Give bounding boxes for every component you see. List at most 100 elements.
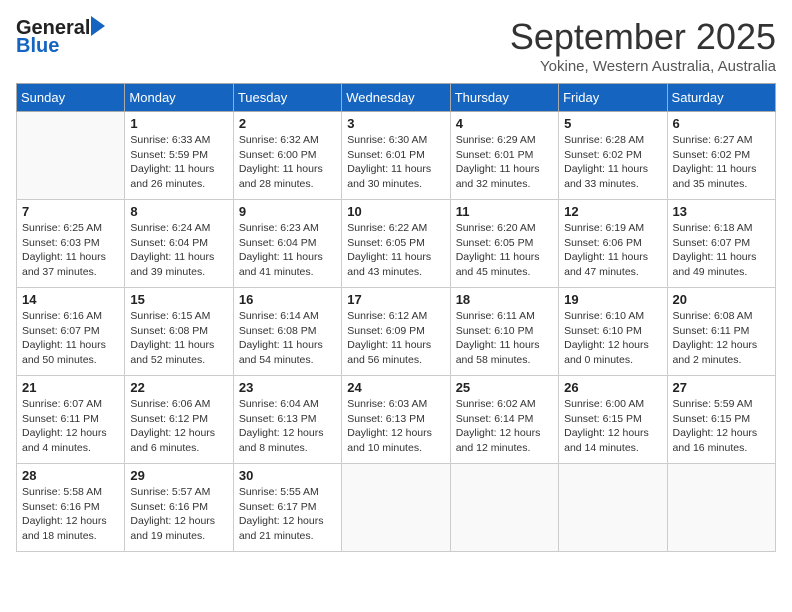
day-info: Sunrise: 5:55 AM Sunset: 6:17 PM Dayligh… — [239, 485, 336, 544]
calendar-cell: 18 Sunrise: 6:11 AM Sunset: 6:10 PM Dayli… — [450, 288, 558, 376]
calendar-week-2: 7 Sunrise: 6:25 AM Sunset: 6:03 PM Daylig… — [17, 200, 776, 288]
calendar-cell: 13Sunrise: 6:18 AM Sunset: 6:07 PM Dayli… — [667, 200, 775, 288]
day-info: Sunrise: 6:10 AM Sunset: 6:10 PM Dayligh… — [564, 309, 661, 368]
calendar-cell — [17, 112, 125, 200]
day-number: 14 — [22, 292, 119, 307]
day-number: 25 — [456, 380, 553, 395]
calendar-week-5: 28 Sunrise: 5:58 AM Sunset: 6:16 PM Dayli… — [17, 464, 776, 552]
day-number: 1 — [130, 116, 227, 131]
calendar-cell: 27 Sunrise: 5:59 AM Sunset: 6:15 PM Dayli… — [667, 376, 775, 464]
logo: General Blue — [16, 16, 109, 56]
calendar-cell: 10Sunrise: 6:22 AM Sunset: 6:05 PM Dayli… — [342, 200, 450, 288]
calendar-cell — [450, 464, 558, 552]
calendar-cell: 23Sunrise: 6:04 AM Sunset: 6:13 PM Dayli… — [233, 376, 341, 464]
day-number: 21 — [22, 380, 119, 395]
calendar-cell: 26Sunrise: 6:00 AM Sunset: 6:15 PM Dayli… — [559, 376, 667, 464]
day-number: 22 — [130, 380, 227, 395]
calendar-cell: 3 Sunrise: 6:30 AM Sunset: 6:01 PM Daylig… — [342, 112, 450, 200]
day-info: Sunrise: 6:33 AM Sunset: 5:59 PM Dayligh… — [130, 133, 227, 192]
day-info: Sunrise: 6:15 AM Sunset: 6:08 PM Dayligh… — [130, 309, 227, 368]
day-info: Sunrise: 6:12 AM Sunset: 6:09 PM Dayligh… — [347, 309, 444, 368]
calendar-cell: 8 Sunrise: 6:24 AM Sunset: 6:04 PM Daylig… — [125, 200, 233, 288]
day-number: 28 — [22, 468, 119, 483]
calendar-header-sunday: Sunday — [17, 84, 125, 112]
calendar-header-saturday: Saturday — [667, 84, 775, 112]
calendar-cell: 19 Sunrise: 6:10 AM Sunset: 6:10 PM Dayli… — [559, 288, 667, 376]
day-number: 2 — [239, 116, 336, 131]
day-info: Sunrise: 6:04 AM Sunset: 6:13 PM Dayligh… — [239, 397, 336, 456]
calendar-week-1: 1 Sunrise: 6:33 AM Sunset: 5:59 PM Daylig… — [17, 112, 776, 200]
day-number: 20 — [673, 292, 770, 307]
day-number: 9 — [239, 204, 336, 219]
day-info: Sunrise: 6:19 AM Sunset: 6:06 PM Dayligh… — [564, 221, 661, 280]
calendar-header-wednesday: Wednesday — [342, 84, 450, 112]
day-number: 30 — [239, 468, 336, 483]
day-info: Sunrise: 6:24 AM Sunset: 6:04 PM Dayligh… — [130, 221, 227, 280]
day-number: 19 — [564, 292, 661, 307]
calendar-header-monday: Monday — [125, 84, 233, 112]
calendar-header-friday: Friday — [559, 84, 667, 112]
calendar-cell: 11Sunrise: 6:20 AM Sunset: 6:05 PM Dayli… — [450, 200, 558, 288]
calendar-cell: 6 Sunrise: 6:27 AM Sunset: 6:02 PM Daylig… — [667, 112, 775, 200]
calendar-cell: 7 Sunrise: 6:25 AM Sunset: 6:03 PM Daylig… — [17, 200, 125, 288]
calendar-cell: 12 Sunrise: 6:19 AM Sunset: 6:06 PM Dayli… — [559, 200, 667, 288]
calendar-cell: 29 Sunrise: 5:57 AM Sunset: 6:16 PM Dayli… — [125, 464, 233, 552]
day-number: 26 — [564, 380, 661, 395]
day-number: 5 — [564, 116, 661, 131]
day-info: Sunrise: 6:20 AM Sunset: 6:05 PM Dayligh… — [456, 221, 553, 280]
day-number: 16 — [239, 292, 336, 307]
logo-blue-text: Blue — [16, 36, 109, 56]
day-number: 10 — [347, 204, 444, 219]
day-info: Sunrise: 6:14 AM Sunset: 6:08 PM Dayligh… — [239, 309, 336, 368]
day-info: Sunrise: 5:58 AM Sunset: 6:16 PM Dayligh… — [22, 485, 119, 544]
calendar-cell: 2 Sunrise: 6:32 AM Sunset: 6:00 PM Daylig… — [233, 112, 341, 200]
day-info: Sunrise: 6:06 AM Sunset: 6:12 PM Dayligh… — [130, 397, 227, 456]
day-info: Sunrise: 6:07 AM Sunset: 6:11 PM Dayligh… — [22, 397, 119, 456]
calendar-week-4: 21 Sunrise: 6:07 AM Sunset: 6:11 PM Dayli… — [17, 376, 776, 464]
day-number: 7 — [22, 204, 119, 219]
day-number: 29 — [130, 468, 227, 483]
calendar-cell: 9 Sunrise: 6:23 AM Sunset: 6:04 PM Daylig… — [233, 200, 341, 288]
day-info: Sunrise: 6:08 AM Sunset: 6:11 PM Dayligh… — [673, 309, 770, 368]
month-title: September 2025 — [510, 16, 776, 58]
day-number: 4 — [456, 116, 553, 131]
day-info: Sunrise: 6:11 AM Sunset: 6:10 PM Dayligh… — [456, 309, 553, 368]
calendar-cell: 30 Sunrise: 5:55 AM Sunset: 6:17 PM Dayli… — [233, 464, 341, 552]
calendar-header-thursday: Thursday — [450, 84, 558, 112]
day-info: Sunrise: 6:16 AM Sunset: 6:07 PM Dayligh… — [22, 309, 119, 368]
day-info: Sunrise: 6:29 AM Sunset: 6:01 PM Dayligh… — [456, 133, 553, 192]
day-number: 27 — [673, 380, 770, 395]
day-number: 8 — [130, 204, 227, 219]
day-info: Sunrise: 6:28 AM Sunset: 6:02 PM Dayligh… — [564, 133, 661, 192]
day-info: Sunrise: 6:02 AM Sunset: 6:14 PM Dayligh… — [456, 397, 553, 456]
day-number: 24 — [347, 380, 444, 395]
calendar-cell: 24Sunrise: 6:03 AM Sunset: 6:13 PM Dayli… — [342, 376, 450, 464]
day-info: Sunrise: 6:25 AM Sunset: 6:03 PM Dayligh… — [22, 221, 119, 280]
calendar-cell: 15Sunrise: 6:15 AM Sunset: 6:08 PM Dayli… — [125, 288, 233, 376]
calendar-cell: 25 Sunrise: 6:02 AM Sunset: 6:14 PM Dayli… — [450, 376, 558, 464]
day-number: 3 — [347, 116, 444, 131]
day-info: Sunrise: 6:27 AM Sunset: 6:02 PM Dayligh… — [673, 133, 770, 192]
day-info: Sunrise: 6:32 AM Sunset: 6:00 PM Dayligh… — [239, 133, 336, 192]
calendar-cell: 22 Sunrise: 6:06 AM Sunset: 6:12 PM Dayli… — [125, 376, 233, 464]
calendar-cell — [667, 464, 775, 552]
calendar-week-3: 14 Sunrise: 6:16 AM Sunset: 6:07 PM Dayli… — [17, 288, 776, 376]
header: General Blue September 2025 Yokine, West… — [16, 16, 776, 75]
day-number: 6 — [673, 116, 770, 131]
calendar-cell: 21 Sunrise: 6:07 AM Sunset: 6:11 PM Dayli… — [17, 376, 125, 464]
calendar-cell: 5 Sunrise: 6:28 AM Sunset: 6:02 PM Daylig… — [559, 112, 667, 200]
day-number: 12 — [564, 204, 661, 219]
calendar-cell: 16 Sunrise: 6:14 AM Sunset: 6:08 PM Dayli… — [233, 288, 341, 376]
subtitle: Yokine, Western Australia, Australia — [510, 58, 776, 75]
calendar-header-row: SundayMondayTuesdayWednesdayThursdayFrid… — [17, 84, 776, 112]
calendar-cell: 17Sunrise: 6:12 AM Sunset: 6:09 PM Dayli… — [342, 288, 450, 376]
day-number: 18 — [456, 292, 553, 307]
day-info: Sunrise: 6:30 AM Sunset: 6:01 PM Dayligh… — [347, 133, 444, 192]
day-number: 13 — [673, 204, 770, 219]
day-info: Sunrise: 6:23 AM Sunset: 6:04 PM Dayligh… — [239, 221, 336, 280]
day-info: Sunrise: 5:57 AM Sunset: 6:16 PM Dayligh… — [130, 485, 227, 544]
calendar-table: SundayMondayTuesdayWednesdayThursdayFrid… — [16, 83, 776, 552]
title-area: September 2025 Yokine, Western Australia… — [510, 16, 776, 75]
calendar-cell: 28 Sunrise: 5:58 AM Sunset: 6:16 PM Dayli… — [17, 464, 125, 552]
day-info: Sunrise: 5:59 AM Sunset: 6:15 PM Dayligh… — [673, 397, 770, 456]
